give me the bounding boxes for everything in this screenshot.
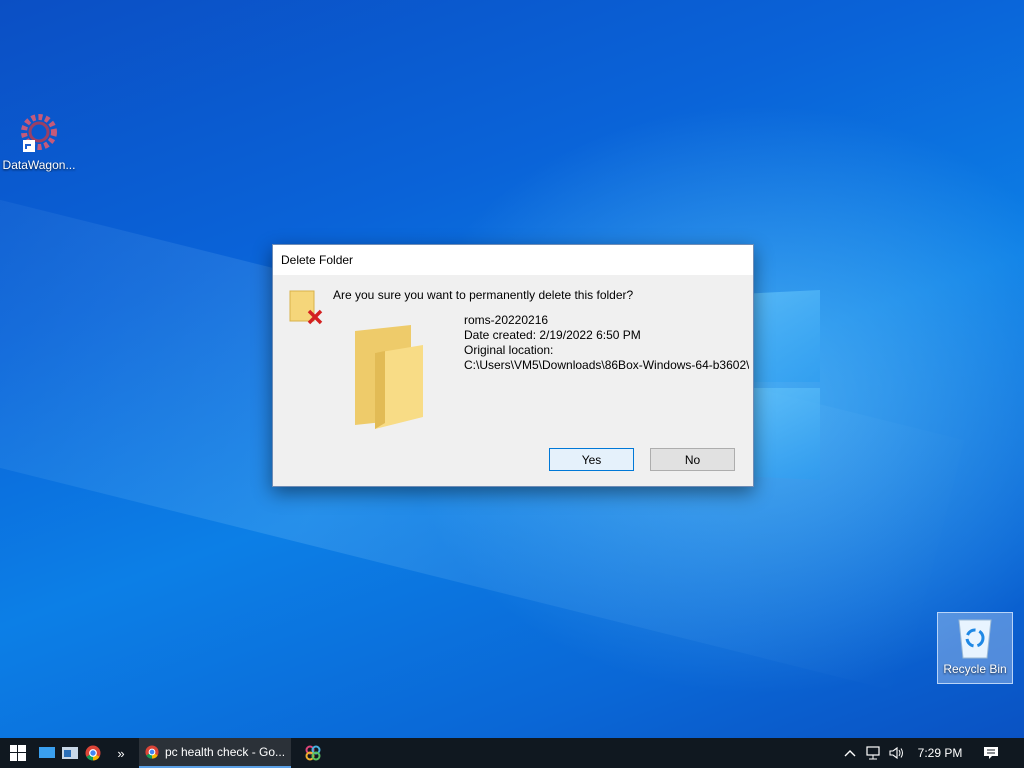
start-button[interactable] [0,738,36,768]
folder-icon [355,325,423,429]
taskbar-task-chrome[interactable]: pc health check - Go... [139,738,291,768]
window-switcher-icon [62,747,78,759]
delete-folder-dialog: Delete Folder Are you sure you want to p… [272,244,754,487]
taskbar-desktop-button[interactable] [36,738,58,768]
action-center-button[interactable] [978,738,1004,768]
speaker-icon [889,746,903,760]
network-button[interactable] [862,738,884,768]
chrome-icon [85,745,101,761]
date-created: Date created: 2/19/2022 6:50 PM [464,328,641,342]
taskbar-app-button[interactable] [300,738,326,768]
taskbar: » pc health check - Go... 7:29 PM [0,738,1024,768]
taskbar-chrome-button[interactable] [82,738,104,768]
dialog-title: Delete Folder [273,245,753,275]
volume-button[interactable] [886,738,908,768]
taskbar-file-explorer-button[interactable] [59,738,81,768]
desktop-icon-datawagon[interactable]: DataWagon... [0,106,78,172]
chevron-up-icon [844,750,856,757]
windows-start-icon [10,745,26,761]
notification-icon [984,747,998,759]
task-title: pc health check - Go... [165,745,286,759]
chrome-icon [145,745,159,759]
desktop-icon [39,747,55,758]
dialog-message: Are you sure you want to permanently del… [333,288,634,302]
clock[interactable]: 7:29 PM [910,738,970,768]
delete-folder-icon [289,290,323,325]
desktop-icon-label: DataWagon... [2,158,76,172]
original-location: C:\Users\VM5\Downloads\86Box-Windows-64-… [464,358,749,372]
gear-shortcut-icon [21,114,57,152]
show-hidden-icons-button[interactable] [840,738,860,768]
folder-info: roms-20220216 Date created: 2/19/2022 6:… [464,313,749,373]
folder-name: roms-20220216 [464,313,549,327]
desktop-icon-label: Recycle Bin [943,662,1007,676]
app-icon [305,745,321,761]
recycle-bin-icon [958,619,992,659]
no-button[interactable]: No [650,448,735,471]
network-icon [866,746,880,760]
yes-button[interactable]: Yes [549,448,634,471]
original-location-label: Original location: [464,343,554,357]
taskbar-overflow-chevron[interactable]: » [112,738,130,768]
desktop-icon-recycle-bin[interactable]: Recycle Bin [937,612,1013,684]
